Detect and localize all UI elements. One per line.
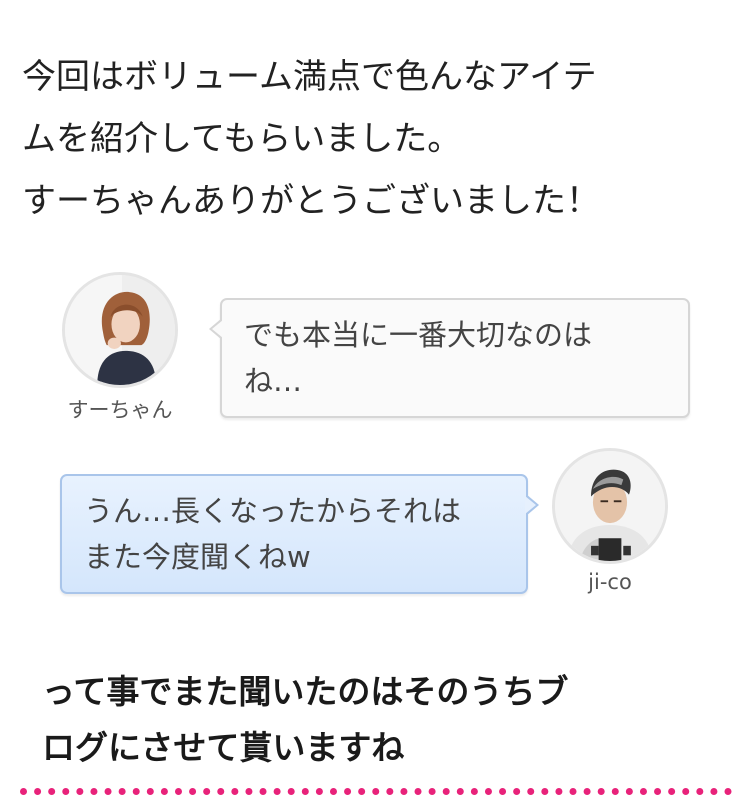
closing-paragraph: って事でまた聞いたのはそのうちブ ログにさせて貰いますね: [42, 664, 732, 776]
chat-bubble: でも本当に一番大切なのは ね…: [209, 298, 690, 418]
intro-paragraph: 今回はボリューム満点で色んなアイテ ムを紹介してもらいました。 すーちゃんありが…: [22, 46, 732, 232]
woman-avatar-image: [65, 275, 175, 385]
chat-bubble: うん…長くなったからそれは また今度聞くねw: [60, 474, 539, 594]
speaker-name: すーちゃん: [67, 398, 173, 422]
chat-bubble-line: ね…: [244, 364, 303, 398]
intro-line: 今回はボリューム満点で色んなアイテ: [22, 57, 597, 97]
intro-line: ムを紹介してもらいました。: [22, 119, 462, 159]
chat-bubble-line: でも本当に一番大切なのは: [244, 318, 593, 352]
chat-bubble-line: また今度聞くねw: [84, 540, 311, 574]
closing-line: って事でまた聞いたのはそのうちブ: [42, 672, 569, 711]
intro-line: すーちゃんありがとうございました！: [22, 181, 600, 221]
man-avatar-image: [555, 451, 665, 561]
dotted-divider: [20, 788, 732, 795]
closing-line: ログにさせて貰いますね: [42, 728, 405, 767]
woman-avatar-icon: [62, 272, 178, 388]
speaker-name: ji-co: [588, 570, 632, 594]
chat-bubble-line: うん…長くなったからそれは: [84, 494, 462, 528]
man-avatar-icon: [552, 448, 668, 564]
